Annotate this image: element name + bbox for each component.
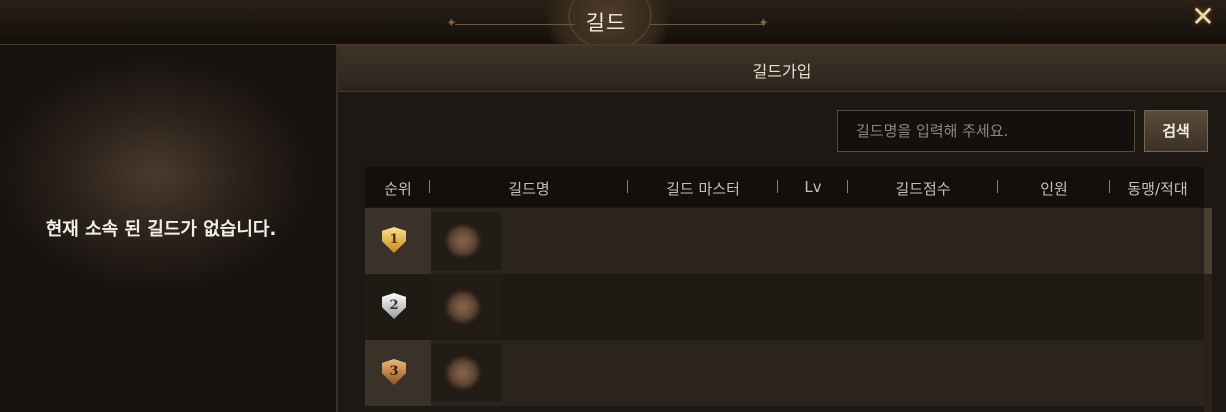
search-button[interactable]: 검색 — [1144, 110, 1208, 152]
guild-join-panel: 길드가입 길드명을 입력해 주세요. 검색 순위 길드명 길드 마스터 Lv 길… — [338, 45, 1226, 412]
header-separator — [1109, 180, 1110, 193]
window-title-bar: ✦ ✦ 길드 ✕ — [0, 0, 1226, 45]
guild-emblem-icon — [447, 358, 479, 388]
rank-badge-bronze-icon: 3 — [382, 359, 406, 385]
window-title: 길드 — [585, 11, 627, 35]
my-guild-panel: 현재 소속 된 길드가 없습니다. — [0, 45, 338, 412]
guild-emblem-icon — [447, 292, 479, 322]
rank-cell: 2 — [365, 274, 431, 340]
header-separator — [429, 180, 430, 193]
close-icon[interactable]: ✕ — [1190, 3, 1216, 31]
table-row[interactable]: 1 — [365, 208, 1204, 274]
guild-table-header: 순위 길드명 길드 마스터 Lv 길드점수 인원 동맹/적대 — [365, 167, 1204, 207]
rank-cell: 3 — [365, 340, 431, 406]
guild-emblem-cell — [431, 212, 501, 270]
rank-cell: 1 — [365, 208, 431, 274]
header-separator — [997, 180, 998, 193]
no-guild-message: 현재 소속 된 길드가 없습니다. — [45, 219, 277, 240]
header-separator — [777, 180, 778, 193]
guild-emblem-cell — [431, 344, 501, 402]
header-members: 인원 — [1040, 180, 1068, 198]
guild-join-header: 길드가입 — [338, 45, 1226, 92]
guild-emblem-cell — [431, 278, 501, 336]
table-row[interactable]: 3 — [365, 340, 1204, 406]
rank-badge-silver-icon: 2 — [382, 293, 406, 319]
scrollbar-thumb[interactable] — [1204, 208, 1212, 274]
header-rank: 순위 — [384, 180, 412, 198]
rank-badge-gold-icon: 1 — [382, 227, 406, 253]
header-separator — [627, 180, 628, 193]
header-guild-name: 길드명 — [508, 180, 550, 198]
header-guild-score: 길드점수 — [895, 180, 951, 198]
header-guild-master: 길드 마스터 — [666, 180, 740, 198]
table-scrollbar[interactable] — [1204, 208, 1212, 412]
guild-search-input[interactable]: 길드명을 입력해 주세요. — [837, 110, 1135, 152]
guild-table-body: 1 2 3 — [365, 208, 1204, 406]
header-separator — [847, 180, 848, 193]
header-relation: 동맹/적대 — [1127, 180, 1188, 198]
guild-join-title: 길드가입 — [752, 62, 812, 81]
table-row[interactable]: 2 — [365, 274, 1204, 340]
header-level: Lv — [804, 178, 822, 196]
guild-emblem-icon — [447, 226, 479, 256]
